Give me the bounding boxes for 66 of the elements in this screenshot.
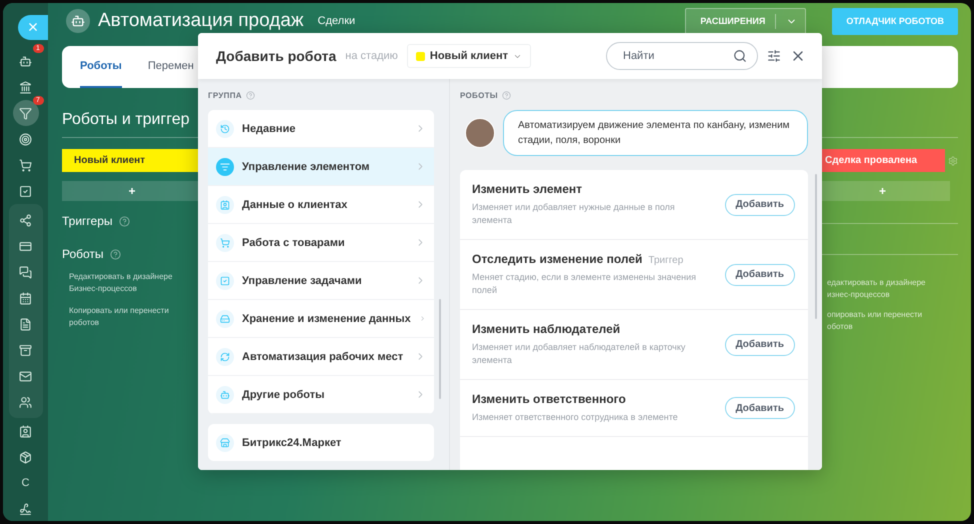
document-icon — [19, 318, 32, 330]
drive-icon — [216, 310, 234, 328]
history-icon — [216, 120, 234, 138]
share-icon — [19, 214, 32, 226]
pane-label: РОБОТЫ — [460, 91, 498, 100]
checkbox-icon — [216, 272, 234, 290]
section-heading: Роботы и триггер — [62, 111, 191, 129]
cart-icon — [216, 234, 234, 252]
robot-description: Меняет стадию, если в элементе изменены значения полей — [472, 271, 697, 297]
search-icon — [733, 49, 747, 63]
signature-icon — [19, 502, 32, 516]
people-icon — [19, 396, 32, 408]
speech-bubble: Автоматизируем движение элемента по канбану, изменим стадии, поля, воронки — [503, 110, 808, 156]
chat-icon — [19, 266, 32, 278]
breadcrumb-link[interactable]: Сделки — [318, 15, 678, 27]
filter-icon — [19, 106, 32, 120]
dialog-title: Добавить робота — [216, 48, 336, 64]
section-label: Роботы — [62, 247, 104, 261]
add-button[interactable]: Добавить — [724, 334, 795, 356]
robot-title: Изменить элемент — [472, 182, 582, 196]
archive-icon — [19, 344, 32, 356]
list-icon — [216, 158, 234, 176]
mail-icon — [19, 370, 32, 382]
scrollbar[interactable] — [815, 174, 817, 319]
cycle-icon — [216, 348, 234, 366]
calendar-icon — [19, 292, 32, 304]
robot-title: Изменить наблюдателей — [472, 322, 620, 336]
robot-logo-icon — [66, 9, 90, 33]
robot-description: Изменяет ответственного сотрудника в элементе — [472, 411, 679, 424]
search-box[interactable]: Найти — [606, 42, 758, 70]
filter-settings-button[interactable] — [767, 49, 781, 63]
store-icon — [216, 434, 234, 452]
stage-select[interactable]: Новый клиент — [406, 44, 532, 68]
contact-card-icon — [19, 424, 32, 438]
group-item[interactable]: Управление элементом — [208, 148, 434, 186]
cart-icon — [19, 158, 32, 172]
scrollbar[interactable] — [439, 299, 441, 399]
robot-tag: Триггер — [648, 255, 684, 266]
add-button[interactable]: Добавить — [724, 264, 795, 286]
robot-description: Изменяет или добавляет наблюдателей в карточку элемента — [472, 341, 686, 367]
avatar — [465, 118, 495, 148]
action-link[interactable]: Редактировать в дизайнере Бизнес-процессов — [62, 271, 179, 295]
page-title: Автоматизация продаж — [98, 10, 304, 32]
stage-label: на стадию — [345, 50, 398, 62]
checkbox-icon — [19, 184, 32, 198]
action-link[interactable]: Копировать или перенести роботов — [62, 305, 179, 329]
tab[interactable]: Роботы — [80, 46, 122, 88]
sidebar-item[interactable]: С — [12, 470, 38, 496]
search-field[interactable]: Найти — [621, 49, 733, 63]
target-icon — [19, 132, 32, 146]
robot-icon — [216, 386, 234, 404]
sidebar-item[interactable] — [12, 100, 38, 126]
pane-label: ГРУППА — [208, 91, 242, 100]
contact-card-icon — [216, 196, 234, 214]
tab[interactable]: Перемен — [148, 46, 194, 88]
robot-title: Отследить изменение полей — [472, 252, 642, 266]
add-button[interactable]: Добавить — [724, 194, 795, 216]
robot-title: Изменить ответственного — [472, 392, 626, 406]
box-icon — [19, 450, 32, 464]
group-item[interactable]: Недавние — [208, 110, 434, 148]
robot-description: Изменяет или добавляет нужные данные в поля элемента — [472, 201, 676, 227]
section-label: Триггеры — [62, 214, 112, 228]
add-button[interactable]: Добавить — [724, 397, 795, 419]
robot-icon — [19, 54, 32, 68]
card-icon — [19, 240, 32, 252]
building-icon — [19, 80, 32, 94]
